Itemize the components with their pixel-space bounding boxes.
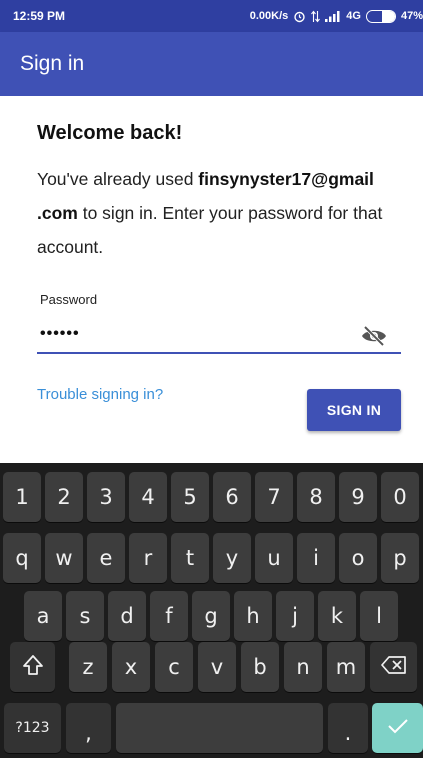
key-8[interactable]: 8 <box>297 472 335 522</box>
key-q[interactable]: q <box>3 533 41 583</box>
key-r[interactable]: r <box>129 533 167 583</box>
app-bar-title: Sign in <box>20 52 85 75</box>
checkmark-icon <box>387 716 409 740</box>
password-input[interactable]: •••••• <box>37 316 401 354</box>
status-bar: 12:59 PM 0.00K/s 4G 47% <box>0 0 423 32</box>
welcome-title: Welcome back! <box>37 122 183 144</box>
key-d[interactable]: d <box>108 591 146 641</box>
email-part-2: .com <box>37 203 78 223</box>
battery-icon <box>365 9 396 23</box>
soft-keyboard: 1234567890 qwertyuiop asdfghjkl zxcvbnm … <box>0 463 423 758</box>
key-k[interactable]: k <box>318 591 356 641</box>
key-f[interactable]: f <box>150 591 188 641</box>
key-b[interactable]: b <box>241 642 279 692</box>
backspace-icon <box>380 655 407 680</box>
space-key[interactable] <box>116 703 323 753</box>
key-p[interactable]: p <box>381 533 419 583</box>
period-key[interactable]: . <box>328 703 368 753</box>
alarm-icon <box>293 10 306 23</box>
key-l[interactable]: l <box>360 591 398 641</box>
key-j[interactable]: j <box>276 591 314 641</box>
key-7[interactable]: 7 <box>255 472 293 522</box>
key-1[interactable]: 1 <box>3 472 41 522</box>
sign-in-content: Welcome back! You've already used finsyn… <box>0 96 423 463</box>
key-i[interactable]: i <box>297 533 335 583</box>
status-icons: 0.00K/s 4G 47% <box>250 0 423 32</box>
key-n[interactable]: n <box>284 642 322 692</box>
key-5[interactable]: 5 <box>171 472 209 522</box>
data-transfer-icon <box>311 10 321 23</box>
key-g[interactable]: g <box>192 591 230 641</box>
key-h[interactable]: h <box>234 591 272 641</box>
status-time: 12:59 PM <box>13 9 66 23</box>
shift-key[interactable] <box>10 642 55 692</box>
key-9[interactable]: 9 <box>339 472 377 522</box>
key-0[interactable]: 0 <box>381 472 419 522</box>
password-value: •••••• <box>40 325 80 342</box>
network-type: 4G <box>346 10 361 22</box>
password-label: Password <box>40 292 98 307</box>
message-suffix: to sign in. Enter your password for that… <box>37 203 383 257</box>
symbols-key[interactable]: ?123 <box>4 703 61 753</box>
enter-key[interactable] <box>372 703 423 753</box>
battery-percent: 47% <box>400 10 423 22</box>
signal-icon <box>325 10 341 22</box>
message-prefix: You've already used <box>37 169 199 189</box>
key-4[interactable]: 4 <box>129 472 167 522</box>
network-speed: 0.00K/s <box>249 10 289 22</box>
app-bar: Sign in <box>0 32 423 96</box>
visibility-off-icon[interactable] <box>360 324 388 348</box>
shift-icon <box>22 654 44 681</box>
trouble-signing-in-link[interactable]: Trouble signing in? <box>37 386 163 403</box>
email-part-1: finsynyster17@gmail <box>198 169 374 189</box>
key-s[interactable]: s <box>66 591 104 641</box>
key-y[interactable]: y <box>213 533 251 583</box>
key-2[interactable]: 2 <box>45 472 83 522</box>
key-c[interactable]: c <box>155 642 193 692</box>
key-m[interactable]: m <box>327 642 365 692</box>
key-u[interactable]: u <box>255 533 293 583</box>
welcome-message: You've already used finsynyster17@gmail.… <box>37 162 397 264</box>
key-x[interactable]: x <box>112 642 150 692</box>
key-e[interactable]: e <box>87 533 125 583</box>
comma-key[interactable]: , <box>66 703 111 753</box>
backspace-key[interactable] <box>370 642 417 692</box>
key-z[interactable]: z <box>69 642 107 692</box>
key-6[interactable]: 6 <box>213 472 251 522</box>
key-3[interactable]: 3 <box>87 472 125 522</box>
key-w[interactable]: w <box>45 533 83 583</box>
key-t[interactable]: t <box>171 533 209 583</box>
key-a[interactable]: a <box>24 591 62 641</box>
sign-in-button[interactable]: SIGN IN <box>307 389 401 431</box>
key-o[interactable]: o <box>339 533 377 583</box>
key-v[interactable]: v <box>198 642 236 692</box>
